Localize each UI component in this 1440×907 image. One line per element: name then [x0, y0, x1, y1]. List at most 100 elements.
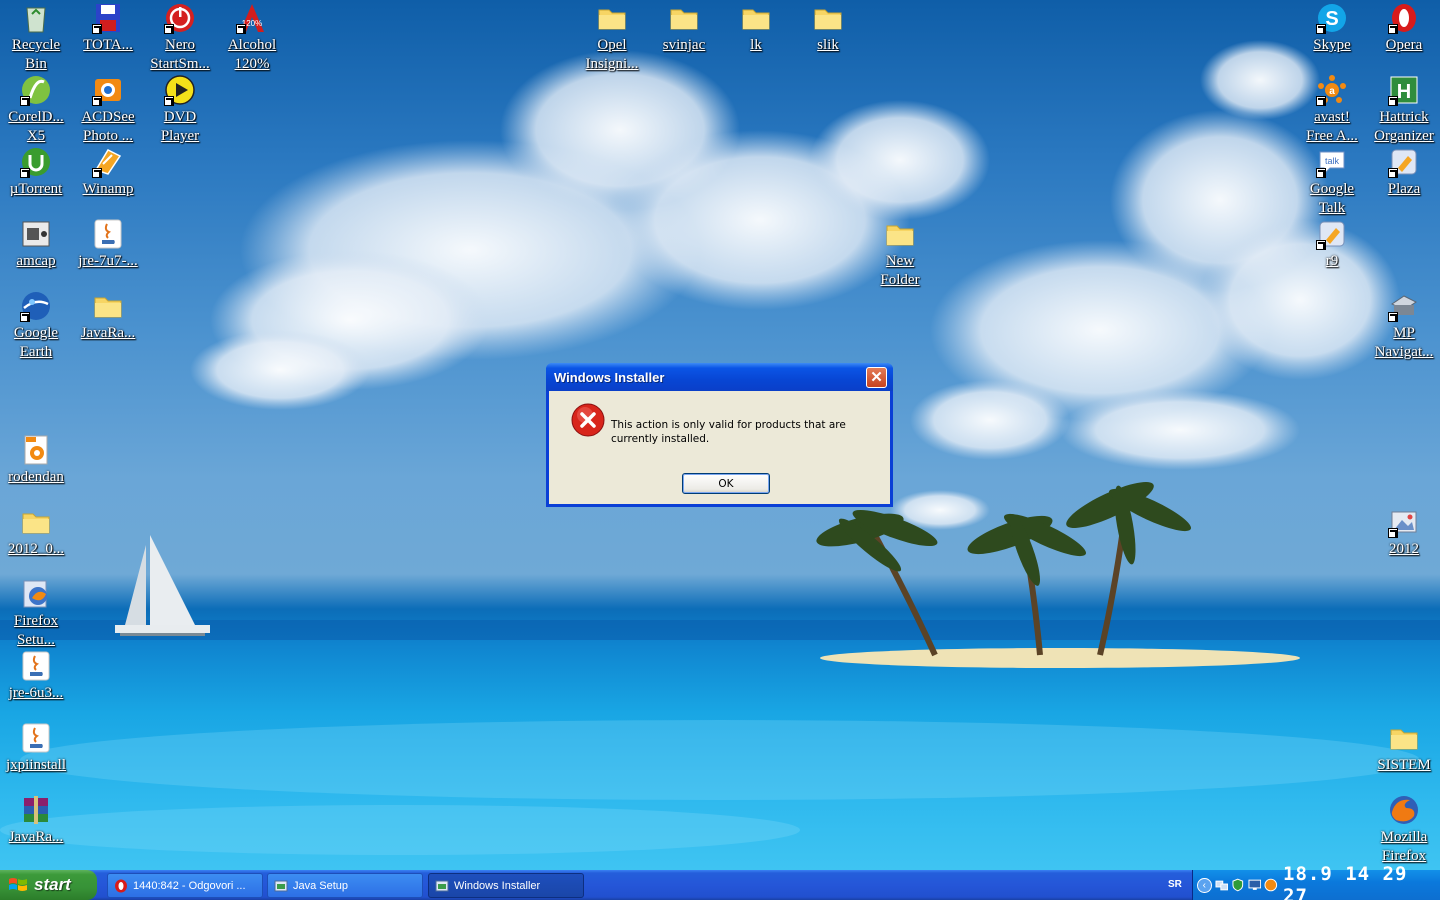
desktop-icon-label: r9 — [1325, 253, 1339, 269]
opera-icon — [115, 879, 127, 892]
desktop-icon-label: Google Earth — [13, 325, 59, 360]
svg-text:talk: talk — [1325, 156, 1340, 166]
dialog-titlebar[interactable]: Windows Installer ✕ — [546, 363, 893, 391]
desktop-icon-rodendan[interactable]: rodendan — [0, 434, 72, 487]
desktop-icon-label: DVD Player — [160, 109, 200, 144]
windows-flag-icon — [9, 878, 27, 891]
start-button[interactable]: start — [0, 870, 97, 900]
google-earth-icon — [20, 290, 52, 322]
desktop-icon-mp-navigator[interactable]: MP Navigat... — [1368, 290, 1440, 362]
desktop-icon-label: rodendan — [8, 469, 64, 485]
desktop-icon-new-folder[interactable]: New Folder — [864, 218, 936, 290]
skype-icon: S — [1316, 2, 1348, 34]
firefox-icon — [1388, 794, 1420, 826]
desktop-icon-opel-insignia[interactable]: Opel Insigni... — [576, 2, 648, 74]
shield-icon[interactable] — [1231, 878, 1245, 892]
start-label: start — [34, 875, 71, 894]
desktop-icon-svinjac[interactable]: svinjac — [648, 2, 720, 55]
desktop-icon-amcap[interactable]: amcap — [0, 218, 72, 271]
desktop-icon-javara-folder[interactable]: JavaRa... — [72, 290, 144, 343]
desktop-icon-avast[interactable]: a avast! Free A... — [1296, 74, 1368, 146]
desktop-icon-opera[interactable]: Opera — [1368, 2, 1440, 55]
desktop-icon-label: TOTA... — [83, 37, 133, 53]
hattrick-icon: H — [1388, 74, 1420, 106]
display-icon[interactable] — [1248, 878, 1262, 892]
java-icon — [20, 722, 52, 754]
desktop-icon-r9[interactable]: r9 — [1296, 218, 1368, 271]
desktop-icon-label: Hattrick Organizer — [1374, 109, 1434, 144]
desktop-icon-sistem[interactable]: SISTEM — [1368, 722, 1440, 775]
desktop-icon-firefox-setup[interactable]: Firefox Setu... — [0, 578, 72, 650]
image-folder-icon — [1388, 506, 1420, 538]
desktop-icon-utorrent[interactable]: µTorrent — [0, 146, 72, 199]
desktop-icon-jre6[interactable]: jre-6u3... — [0, 650, 72, 703]
desktop-icon-recycle-bin[interactable]: Recycle Bin — [0, 2, 72, 74]
network-icon[interactable] — [1215, 878, 1229, 892]
folder-icon — [20, 506, 52, 538]
desktop-icon-label: Nero StartSm... — [150, 37, 210, 72]
desktop-icon-label: Google Talk — [1309, 181, 1355, 216]
desktop-icon-label: JavaRa... — [80, 325, 136, 341]
desktop-icon-label: Recycle Bin — [11, 37, 61, 72]
show-hidden-icons-button[interactable]: ‹ — [1197, 877, 1212, 893]
avast-tray-icon[interactable] — [1264, 878, 1278, 892]
desktop-icon-label: Alcohol 120% — [227, 37, 277, 72]
desktop-icon-jre7[interactable]: jre-7u7-... — [72, 218, 144, 271]
google-talk-icon: talk — [1316, 146, 1348, 178]
floppy-icon — [92, 2, 124, 34]
taskbar-item-label: 1440:842 - Odgovori ... — [133, 879, 246, 892]
desktop-icon-label: Skype — [1313, 37, 1351, 53]
desktop-icon-alcohol[interactable]: 120% Alcohol 120% — [216, 2, 288, 74]
windows-installer-dialog: Windows Installer ✕ This action is only … — [546, 363, 893, 507]
recycle-bin-icon — [20, 2, 52, 34]
desktop-icon-hattrick[interactable]: H Hattrick Organizer — [1368, 74, 1440, 146]
desktop-icon-dvd-player[interactable]: DVD Player — [144, 74, 216, 146]
desktop-icon-slik[interactable]: slik — [792, 2, 864, 55]
desktop-icon-plaza[interactable]: Plaza — [1368, 146, 1440, 199]
opera-icon — [1388, 2, 1420, 34]
desktop-icon-coreldraw[interactable]: CorelD... X5 — [0, 74, 72, 146]
taskbar-item-opera[interactable]: 1440:842 - Odgovori ... — [107, 873, 263, 898]
folder-icon — [596, 2, 628, 34]
svg-text:H: H — [1397, 81, 1411, 103]
folder-icon — [92, 290, 124, 322]
desktop-icon-label: Winamp — [82, 181, 134, 197]
desktop-icon-label: avast! Free A... — [1306, 109, 1358, 144]
desktop-icon-label: jxpiinstall — [6, 757, 66, 773]
acdsee-icon — [92, 74, 124, 106]
desktop-icon-label: Opel Insigni... — [585, 37, 639, 72]
desktop-icon-google-talk[interactable]: talk Google Talk — [1296, 146, 1368, 218]
desktop-icon-label: 2012 — [1389, 541, 1419, 557]
desktop-icon-nero[interactable]: Nero StartSm... — [144, 2, 216, 74]
desktop-icon-label: Opera — [1385, 37, 1423, 53]
plaza-icon — [1388, 146, 1420, 178]
java-icon — [92, 218, 124, 250]
folder-icon — [1388, 722, 1420, 754]
desktop-icon-jxpiinstall[interactable]: jxpiinstall — [0, 722, 72, 775]
language-indicator[interactable]: SR — [1168, 879, 1182, 890]
error-icon — [571, 403, 605, 437]
desktop-icon-total-commander[interactable]: TOTA... — [72, 2, 144, 55]
desktop-icon-acdsee[interactable]: ACDSee Photo ... — [72, 74, 144, 146]
desktop-icon-label: SISTEM — [1377, 757, 1431, 773]
taskbar-item-windows-installer[interactable]: Windows Installer — [428, 873, 584, 898]
amcap-icon — [20, 218, 52, 250]
desktop-icon-label: 2012_0... — [7, 541, 65, 557]
desktop-icon-lk[interactable]: lk — [720, 2, 792, 55]
ok-button[interactable]: OK — [682, 473, 770, 494]
desktop-icon-2012[interactable]: 2012 — [1368, 506, 1440, 559]
desktop-icon-mozilla-firefox[interactable]: Mozilla Firefox — [1368, 794, 1440, 866]
desktop-icon-label: amcap — [16, 253, 56, 269]
clock[interactable]: 18.9 14 29 27 — [1283, 863, 1440, 907]
taskbar-item-java-setup[interactable]: Java Setup — [267, 873, 423, 898]
desktop-icon-label: jre-7u7-... — [78, 253, 138, 269]
dvd-player-icon — [164, 74, 196, 106]
dialog-title: Windows Installer — [554, 369, 665, 385]
close-button[interactable]: ✕ — [866, 366, 887, 388]
desktop-icon-google-earth[interactable]: Google Earth — [0, 290, 72, 362]
desktop-icon-winamp[interactable]: Winamp — [72, 146, 144, 199]
utorrent-icon — [20, 146, 52, 178]
desktop-icon-2012-folder[interactable]: 2012_0... — [0, 506, 72, 559]
desktop-icon-skype[interactable]: S Skype — [1296, 2, 1368, 55]
desktop-icon-javara-rar[interactable]: JavaRa... — [0, 794, 72, 847]
